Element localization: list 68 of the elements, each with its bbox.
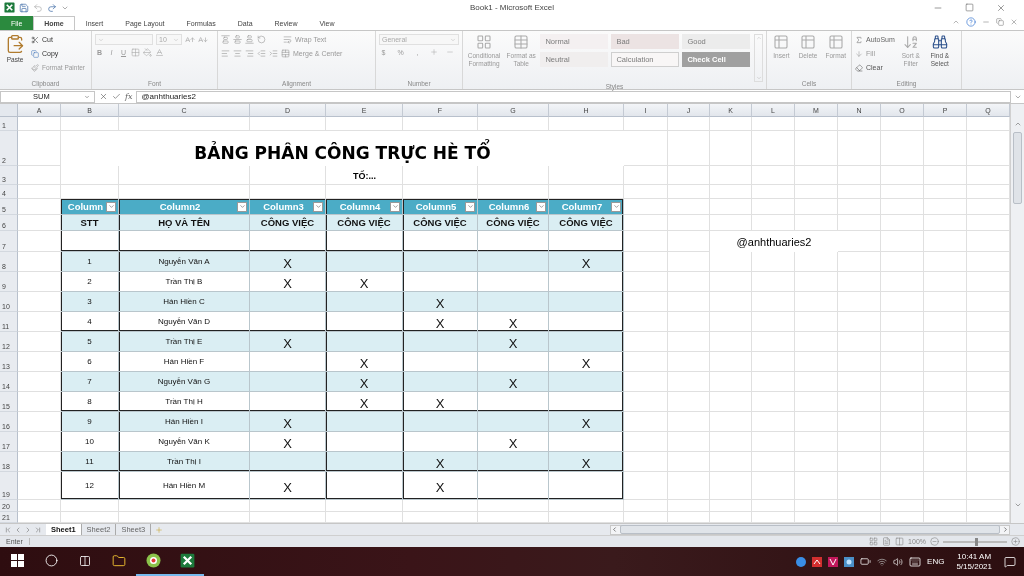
table-cell: 6 — [61, 352, 119, 373]
table-cell: X — [478, 372, 549, 393]
table-cell: 7 — [61, 372, 119, 393]
table-cell: X — [326, 272, 403, 293]
table-cell: Hán Hiền M — [119, 472, 250, 501]
clock[interactable]: 10:41 AM 5/15/2021 — [950, 551, 998, 572]
table-cell: X — [403, 292, 478, 313]
column-title: Column2 — [158, 201, 202, 213]
table-cell: 2 — [61, 272, 119, 293]
table-cell: X — [326, 352, 403, 373]
table-cell: 12 — [61, 472, 119, 501]
table-cell: Trần Thị E — [119, 332, 250, 353]
table-cell: X — [250, 472, 326, 501]
table-cell: Nguyễn Văn D — [119, 312, 250, 333]
table-cell: Trần Thị B — [119, 272, 250, 293]
table-cell: Nguyễn Văn K — [119, 432, 250, 453]
table-cell: X — [549, 452, 624, 473]
table-cell: X — [403, 392, 478, 413]
table-cell: X — [549, 252, 624, 273]
table-cell: X — [250, 272, 326, 293]
table-cell: X — [250, 332, 326, 353]
table-cell: X — [478, 432, 549, 453]
table-cell: Nguyễn Văn G — [119, 372, 250, 393]
table-header-cell: CÔNG VIỆC — [549, 215, 624, 232]
table-cell: X — [326, 392, 403, 413]
table-header-cell: CÔNG VIỆC — [326, 215, 403, 232]
table-cell: Trần Thị I — [119, 452, 250, 473]
table-cell: X — [326, 372, 403, 393]
table-cell: X — [478, 332, 549, 353]
table-cell: X — [549, 352, 624, 373]
group-label-cell: TỐ:... — [353, 170, 376, 181]
table-cell: 1 — [61, 252, 119, 273]
formula-field[interactable]: @anhthuaries2 — [136, 90, 1011, 103]
table-cell: 5 — [61, 332, 119, 353]
language-indicator[interactable]: ENG — [927, 557, 945, 566]
table-header-cell: CÔNG VIỆC — [403, 215, 478, 232]
column-title: Column7 — [560, 201, 604, 213]
table-cell: 3 — [61, 292, 119, 313]
column-title: Column6 — [487, 201, 531, 213]
table-cell: X — [403, 472, 478, 501]
table-cell: Hán Hiền I — [119, 412, 250, 433]
table-cell: Hán Hiền F — [119, 352, 250, 373]
window-title: Book1 - Microsoft Excel — [470, 3, 554, 13]
table-cell: 10 — [61, 432, 119, 453]
table-cell: 11 — [61, 452, 119, 473]
cell-text: @anhthuaries2 — [736, 235, 812, 248]
column-title: Column4 — [338, 201, 382, 213]
table-cell: X — [250, 252, 326, 273]
table-cell: 8 — [61, 392, 119, 413]
table-cell: Trần Thị H — [119, 392, 250, 413]
table-cell: Nguyễn Văn A — [119, 252, 250, 273]
column-title: Column5 — [414, 201, 458, 213]
table-header-cell: CÔNG VIỆC — [250, 215, 326, 232]
table-cell: X — [403, 452, 478, 473]
column-title: Column — [66, 201, 105, 213]
table-cell: X — [403, 312, 478, 333]
table-header-cell: HỌ VÀ TÊN — [119, 215, 250, 232]
table-cell: X — [478, 312, 549, 333]
table-cell: X — [250, 432, 326, 453]
table-cell: Hán Hiền C — [119, 292, 250, 313]
table-cell: 9 — [61, 412, 119, 433]
table-header-cell: STT — [61, 215, 119, 232]
table-cell: X — [250, 412, 326, 433]
column-title: Column3 — [262, 201, 305, 213]
table-header-cell: CÔNG VIỆC — [478, 215, 549, 232]
table-cell: 4 — [61, 312, 119, 333]
table-cell: X — [549, 412, 624, 433]
insert-function-button[interactable]: fx — [125, 92, 133, 102]
